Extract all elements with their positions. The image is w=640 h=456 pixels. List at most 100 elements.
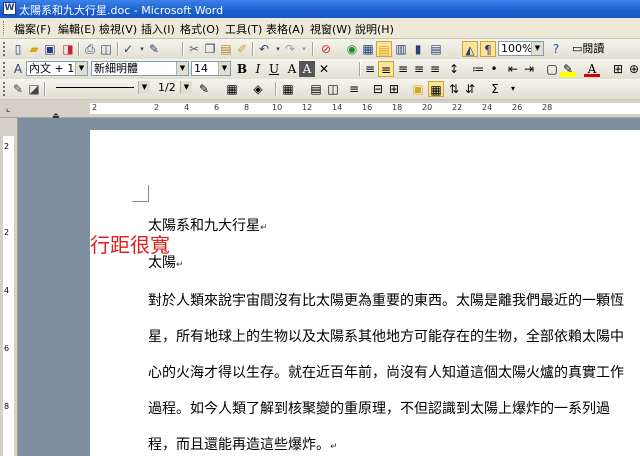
print-preview-icon[interactable]: ◫ — [98, 41, 114, 57]
insert-table-icon[interactable]: ▦ — [360, 41, 376, 57]
toolbar-options-icon[interactable]: ▾ — [505, 81, 521, 97]
align-center-icon[interactable]: ≡ — [395, 61, 411, 77]
doc-body-line[interactable]: 星，所有地球上的生物以及太陽系其他地方可能存在的生物，全部依賴太陽中 — [148, 326, 624, 346]
distribute-cols-icon[interactable]: ⊞ — [386, 81, 402, 97]
eraser-icon[interactable]: ◪ — [26, 81, 42, 97]
sort-asc-icon[interactable]: ⇅ — [446, 81, 462, 97]
distributed-icon[interactable]: ≡ — [427, 61, 443, 77]
highlight-icon[interactable]: ✎ — [560, 61, 576, 77]
menu-insert[interactable]: 插入(I) — [141, 21, 175, 37]
research-icon[interactable]: ✎ — [146, 41, 162, 57]
sort-desc-icon[interactable]: ⇵ — [462, 81, 478, 97]
cut-icon[interactable]: ✂ — [186, 41, 202, 57]
char-scale-icon[interactable]: ✕ — [316, 61, 332, 77]
char-border2-icon[interactable]: ⊞ — [610, 61, 626, 77]
align-left-icon[interactable]: ≡ — [378, 61, 394, 77]
menu-help[interactable]: 說明(H) — [355, 21, 394, 37]
distribute-rows-icon[interactable]: ⊟ — [370, 81, 386, 97]
font-select[interactable]: 新細明體 ▼ — [91, 61, 189, 76]
size-dropdown-icon[interactable]: ▼ — [218, 62, 230, 75]
print-icon[interactable]: ⎙ — [82, 41, 98, 57]
toolbar-grip[interactable] — [3, 62, 8, 76]
copy-icon[interactable]: ❐ — [202, 41, 218, 57]
border-color-icon[interactable]: ✎ — [196, 81, 212, 97]
doc-body-line[interactable]: 對於人類來說宇宙間沒有比太陽更為重要的東西。太陽是離我們最近的一顆恆 — [148, 290, 624, 310]
zoom-dropdown-icon[interactable]: ▼ — [531, 42, 543, 55]
outside-border-icon[interactable]: ▦ — [224, 81, 240, 97]
open-folder-icon[interactable]: ▰ — [26, 41, 42, 57]
font-dropdown-icon[interactable]: ▼ — [176, 62, 188, 75]
menu-view[interactable]: 檢視(V) — [99, 21, 137, 37]
doc-body-line[interactable]: 心的火海才得以生存。就在近百年前，尚沒有人知道這個太陽火爐的真實工作 — [148, 362, 624, 382]
word-app-icon[interactable]: W — [3, 2, 16, 15]
autoformat-icon[interactable]: ▣ — [410, 81, 426, 97]
char-border-button[interactable]: A — [284, 61, 300, 77]
align-cell-icon[interactable]: ≡ — [346, 81, 362, 97]
document-map-icon[interactable]: ▤ — [428, 41, 444, 57]
format-painter-icon[interactable]: ✐ — [234, 41, 250, 57]
save-icon[interactable]: ▣ — [42, 41, 58, 57]
ruler-label: 2 — [92, 103, 98, 112]
drawing-icon[interactable]: ◭ — [462, 41, 478, 57]
insert-table2-icon[interactable]: ▦ — [280, 81, 296, 97]
line-weight-select[interactable]: 1/2 ▼ — [156, 81, 192, 96]
bold-button[interactable]: B — [234, 61, 250, 77]
new-document-icon[interactable]: ▯ — [10, 41, 26, 57]
permission-icon[interactable]: ◨ — [60, 41, 76, 57]
char-shading-button[interactable]: A — [299, 61, 315, 77]
italic-button[interactable]: I — [250, 61, 266, 77]
show-hide-marks-icon[interactable]: ¶ — [480, 41, 496, 57]
font-size-select[interactable]: 14 ▼ — [191, 61, 231, 76]
menubar-grip[interactable] — [3, 21, 7, 35]
line-spacing-icon[interactable]: ↕ — [446, 61, 462, 77]
menu-format[interactable]: 格式(O) — [180, 21, 219, 37]
horizontal-ruler[interactable]: ⌞ 2 2 4 6 8 10 12 14 16 18 20 22 24 26 2… — [0, 100, 640, 120]
increase-indent-icon[interactable]: ⇥ — [521, 61, 537, 77]
menu-window[interactable]: 視窗(W) — [310, 21, 351, 37]
line-style-select[interactable]: ▼ — [50, 81, 150, 96]
indent-marker-icon[interactable]: ⏏ — [52, 111, 60, 120]
doc-body-line[interactable]: 程，而且還能再造這些爆炸。↵ — [148, 434, 338, 454]
columns-icon[interactable]: ▮ — [410, 41, 426, 57]
decrease-indent-icon[interactable]: ⇤ — [505, 61, 521, 77]
line-weight-dropdown-icon[interactable]: ▼ — [180, 81, 192, 94]
toolbar-grip[interactable] — [3, 82, 8, 96]
align-right-icon[interactable]: ≡ — [411, 61, 427, 77]
read-button[interactable]: ▭閱讀(R) — [572, 41, 616, 71]
toolbar-grip[interactable] — [3, 42, 8, 56]
menu-table[interactable]: 表格(A) — [266, 21, 304, 37]
underline-button[interactable]: U — [266, 61, 282, 77]
line-style-preview — [56, 87, 134, 88]
tab-selector-icon[interactable]: ⌞ — [2, 101, 14, 115]
draw-table-icon[interactable]: ✎ — [10, 81, 26, 97]
help-icon[interactable]: ? — [548, 41, 564, 57]
justify-icon[interactable]: ≡ — [362, 61, 378, 77]
border-icon[interactable]: ▢ — [544, 61, 560, 77]
vertical-ruler[interactable]: 2 2 4 6 8 — [0, 118, 18, 456]
styles-formatting-icon[interactable]: A — [10, 61, 26, 77]
shading-color-icon[interactable]: ◈ — [250, 81, 266, 97]
merge-cells-icon[interactable]: ▤ — [308, 81, 324, 97]
show-gridlines-icon[interactable]: ▦ — [428, 81, 444, 97]
style-dropdown-icon[interactable]: ▼ — [75, 62, 87, 75]
drawing-toggle-icon[interactable]: ▤ — [376, 41, 392, 57]
doc-body-line[interactable]: 過程。如今人類了解到核聚變的重原理，不但認識到太陽上爆炸的一系列過 — [148, 398, 610, 418]
style-select[interactable]: 內文 + 14 點 ▼ — [26, 61, 88, 76]
line-style-dropdown-icon[interactable]: ▼ — [138, 81, 150, 94]
font-color-icon[interactable]: A — [584, 61, 600, 77]
menu-file[interactable]: 檔案(F) — [14, 21, 51, 37]
autosum-button[interactable]: Σ — [487, 81, 503, 97]
tables-borders-icon[interactable]: ◉ — [344, 41, 360, 57]
insert-excel-icon[interactable]: ▥ — [393, 41, 409, 57]
paste-icon[interactable]: ▤ — [218, 41, 234, 57]
numbering-icon[interactable]: ≔ — [470, 61, 486, 77]
phonetic-icon[interactable]: ⊕ — [626, 61, 640, 77]
split-cells-icon[interactable]: ◫ — [325, 81, 341, 97]
redo-dropdown-icon[interactable]: ▾ — [296, 41, 312, 57]
bullets-icon[interactable]: • — [486, 61, 502, 77]
menu-edit[interactable]: 編輯(E) — [58, 21, 96, 37]
ruler-label: 22 — [452, 103, 463, 112]
menu-tools[interactable]: 工具(T) — [225, 21, 262, 37]
hyperlink-icon[interactable]: ⊘ — [318, 41, 334, 57]
zoom-select[interactable]: 100% ▼ — [498, 41, 544, 56]
